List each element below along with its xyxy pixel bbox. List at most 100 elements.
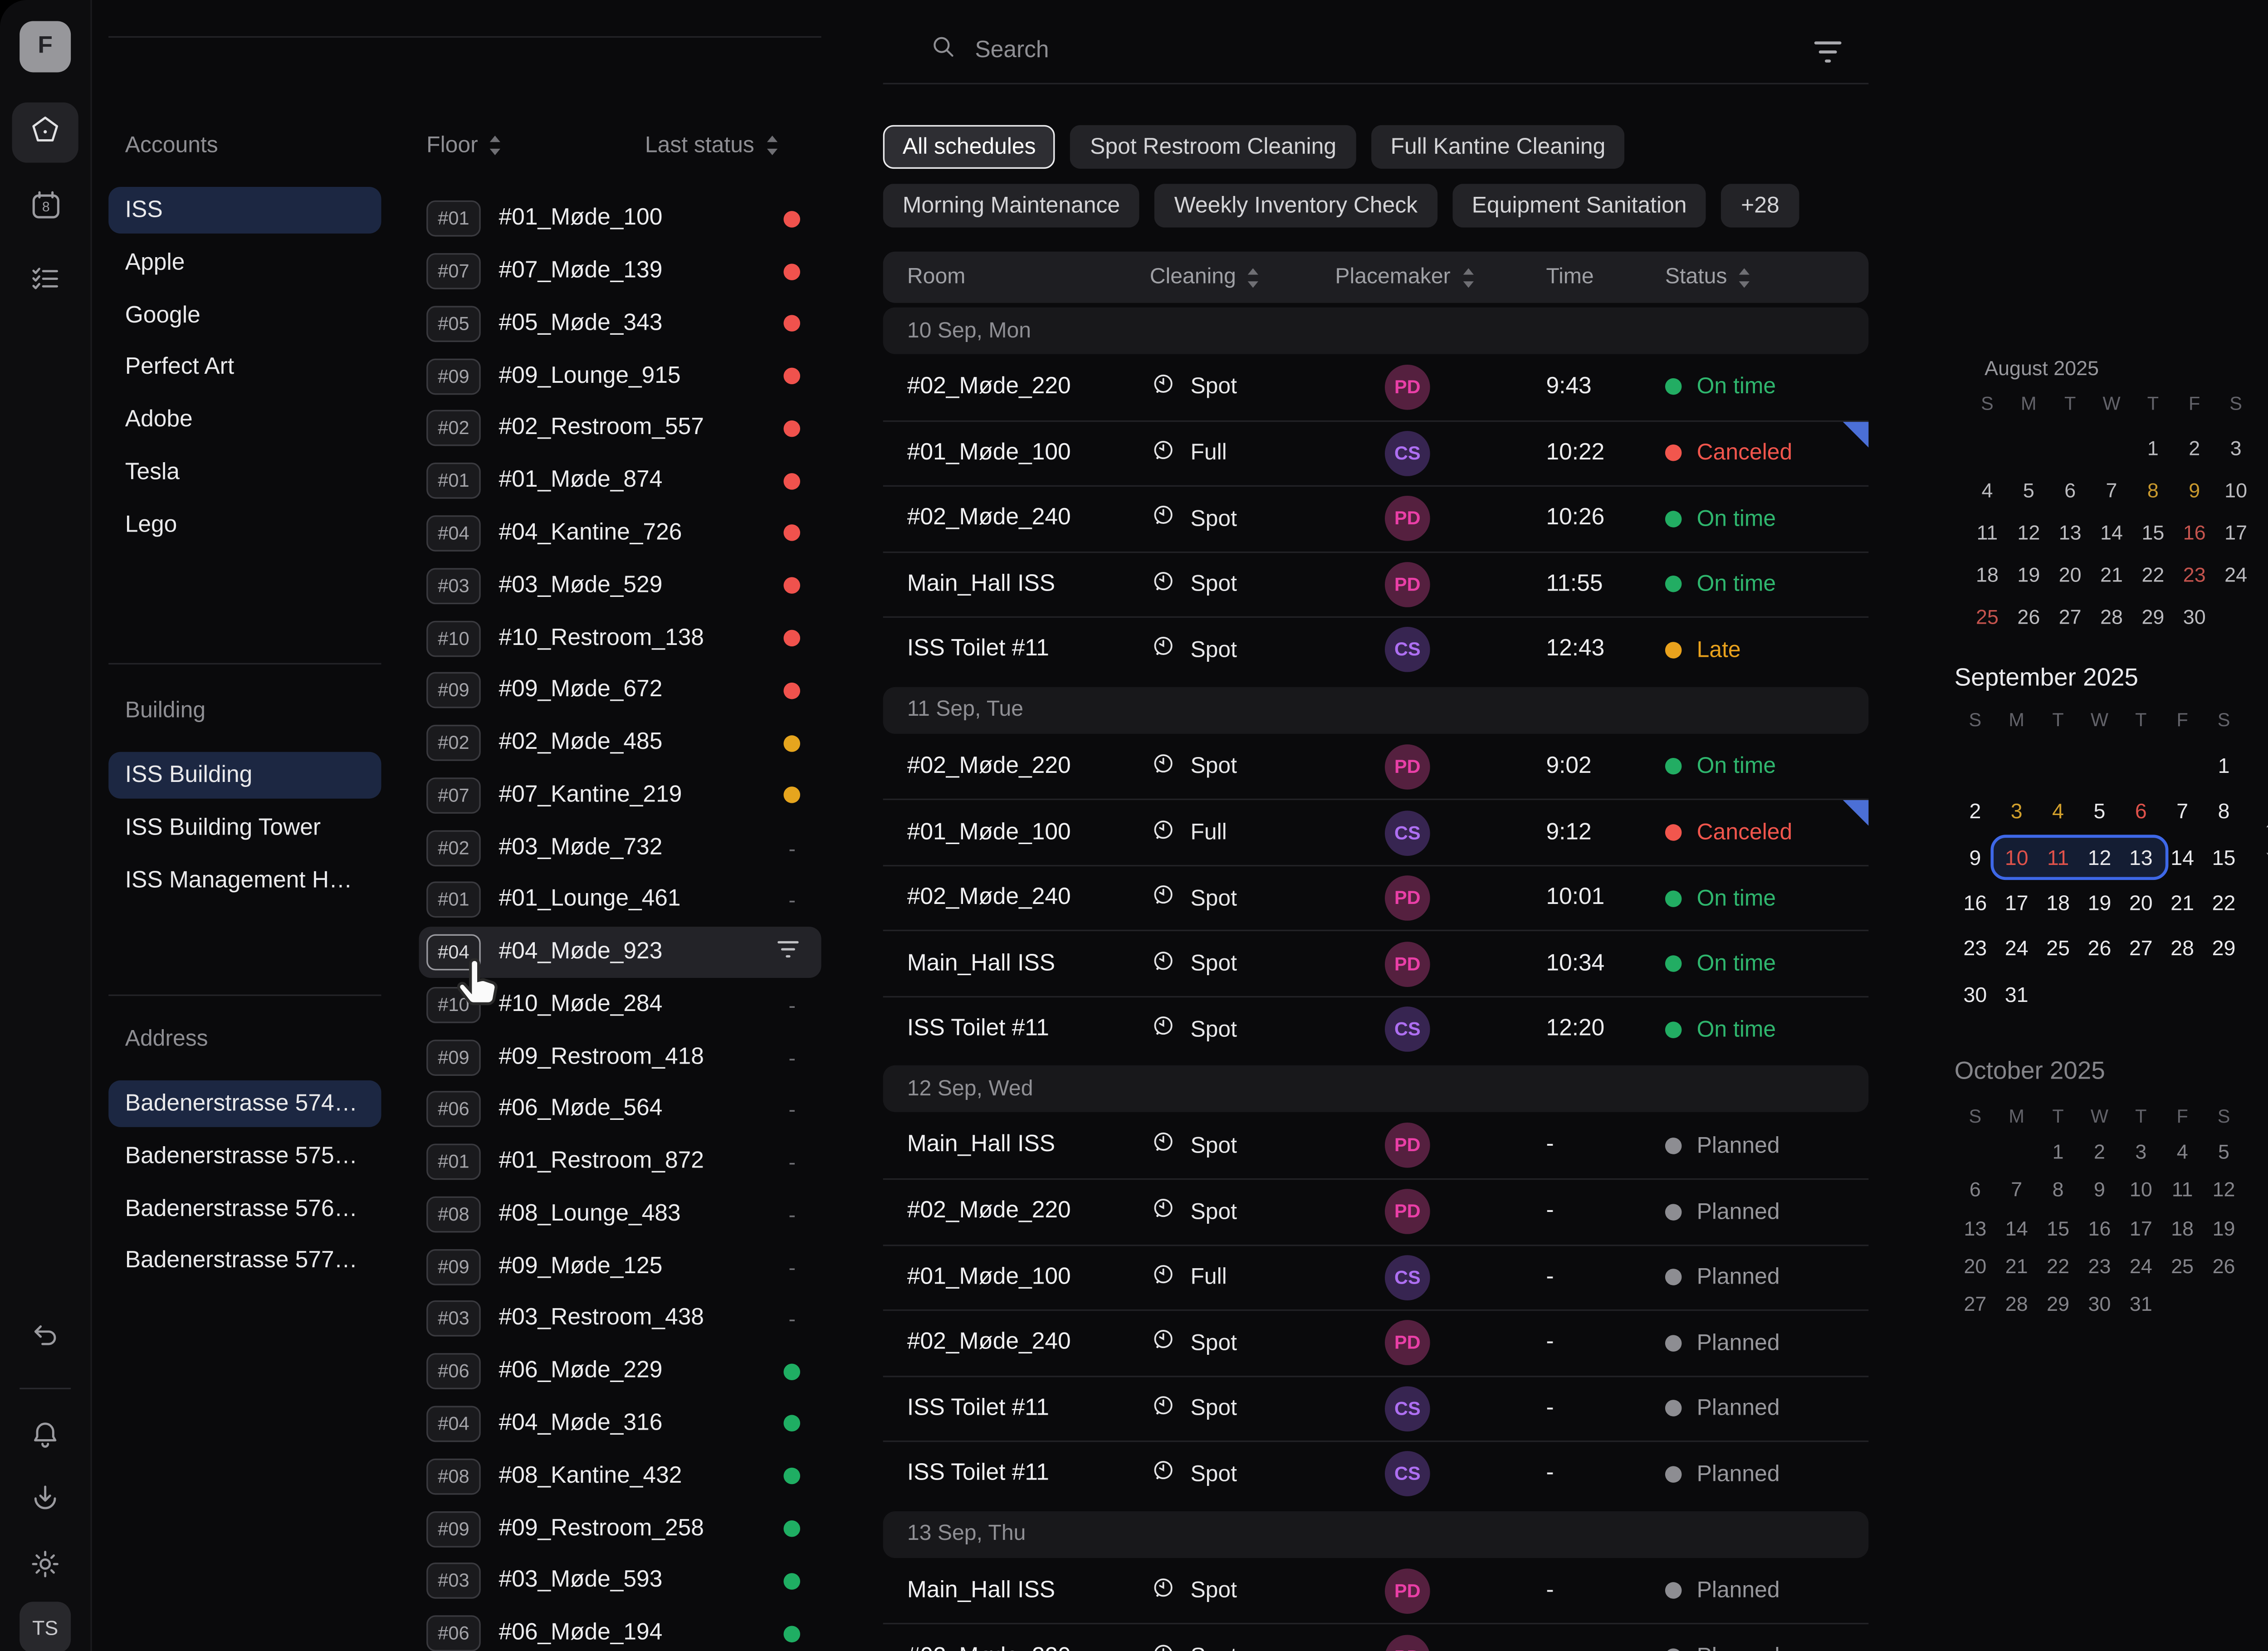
calendar-day[interactable]: 2: [2174, 426, 2215, 469]
calendar-day[interactable]: 4: [1966, 469, 2008, 512]
table-row[interactable]: #01_Møde_100FullCS-Planned: [883, 1244, 1869, 1310]
sidebar-item[interactable]: ISS: [108, 187, 381, 234]
calendar-day[interactable]: 12: [2008, 511, 2049, 554]
calendar-day[interactable]: 24: [2215, 554, 2256, 596]
table-row[interactable]: #02_Møde_220SpotPD-Planned: [883, 1623, 1869, 1651]
floor-row[interactable]: #06#06_Møde_564-: [419, 1084, 821, 1136]
table-row[interactable]: #02_Møde_220SpotPD9:02On time: [883, 733, 1869, 799]
calendar-day[interactable]: 25: [2037, 925, 2078, 971]
calendar-day[interactable]: 16: [2079, 1209, 2120, 1247]
floor-row[interactable]: #01#01_Møde_100: [419, 193, 821, 245]
floor-row[interactable]: #08#08_Kantine_432: [419, 1450, 821, 1502]
calendar-day[interactable]: 11: [2162, 1171, 2203, 1209]
calendar-day[interactable]: 28: [2091, 596, 2132, 639]
app-logo[interactable]: F: [20, 21, 71, 73]
table-row[interactable]: #01_Møde_100FullCS10:22Canceled: [883, 420, 1869, 485]
floor-row[interactable]: #07#07_Kantine_219: [419, 769, 821, 821]
calendar-day[interactable]: 13: [1955, 1209, 1996, 1247]
floor-row[interactable]: #06#06_Møde_194: [419, 1607, 821, 1651]
floor-row[interactable]: #03#03_Møde_529: [419, 560, 821, 612]
sidebar-item[interactable]: Badenerstrasse 577…: [108, 1238, 381, 1285]
calendar-day[interactable]: 18: [1966, 554, 2008, 596]
table-row[interactable]: #02_Møde_240SpotPD10:26On time: [883, 485, 1869, 551]
sidebar-item[interactable]: Adobe: [108, 396, 381, 443]
calendar-day[interactable]: 29: [2132, 596, 2174, 639]
calendar-day[interactable]: 15: [2132, 511, 2174, 554]
floor-row[interactable]: #02#03_Møde_732-: [419, 821, 821, 874]
floor-row[interactable]: #03#03_Møde_593: [419, 1555, 821, 1607]
floor-row[interactable]: #09#09_Møde_672: [419, 664, 821, 717]
sidebar-item[interactable]: Tesla: [108, 449, 381, 496]
sidebar-item[interactable]: ISS Building: [108, 752, 381, 799]
sidebar-item[interactable]: Badenerstrasse 576…: [108, 1185, 381, 1232]
calendar-day[interactable]: 8: [2203, 788, 2244, 834]
calendar-day[interactable]: 4: [2162, 1133, 2203, 1171]
calendar-day[interactable]: 9: [2079, 1171, 2120, 1209]
calendar-day[interactable]: 27: [2120, 925, 2161, 971]
floor-row[interactable]: #04#04_Møde_316: [419, 1398, 821, 1450]
table-row[interactable]: ISS Toilet #11SpotCS-Planned: [883, 1375, 1869, 1441]
schedule-chip[interactable]: +28: [1721, 184, 1799, 227]
calendar-day[interactable]: 25: [2162, 1247, 2203, 1285]
calendar-day[interactable]: 7: [2162, 788, 2203, 834]
nav-home-button[interactable]: [12, 103, 78, 163]
schedule-chip[interactable]: Morning Maintenance: [883, 184, 1140, 227]
calendar-day[interactable]: 1: [2132, 426, 2174, 469]
floor-column-header[interactable]: Floor: [426, 132, 502, 158]
calendar-day[interactable]: 17: [2120, 1209, 2161, 1247]
floor-row[interactable]: #04#04_Kantine_726: [419, 507, 821, 559]
calendar-day[interactable]: 23: [2079, 1247, 2120, 1285]
nav-calendar-button[interactable]: 8: [12, 178, 78, 238]
calendar-day[interactable]: 15: [2037, 1209, 2078, 1247]
calendar-day[interactable]: 7: [2091, 469, 2132, 512]
calendar-day[interactable]: 9: [1955, 834, 1996, 880]
floor-row[interactable]: #01#01_Møde_874: [419, 455, 821, 507]
floor-row[interactable]: #09#09_Restroom_418-: [419, 1031, 821, 1083]
calendar-day[interactable]: 20: [2049, 554, 2091, 596]
calendar-day[interactable]: 16: [2174, 511, 2215, 554]
sidebar-item[interactable]: Apple: [108, 239, 381, 286]
calendar-day[interactable]: 20: [2120, 880, 2161, 926]
calendar-day[interactable]: 2: [1955, 788, 1996, 834]
calendar-day[interactable]: 7: [1996, 1171, 2037, 1209]
sidebar-item[interactable]: Google: [108, 292, 381, 338]
table-row[interactable]: #01_Møde_100FullCS9:12Canceled: [883, 799, 1869, 865]
calendar-day[interactable]: 14: [2162, 834, 2203, 880]
calendar-day[interactable]: 12: [2079, 834, 2120, 880]
calendar-day[interactable]: 6: [2120, 788, 2161, 834]
filter-button[interactable]: [1813, 39, 1843, 66]
table-row[interactable]: #02_Møde_240SpotPD-Planned: [883, 1309, 1869, 1375]
calendar-day[interactable]: 12: [2203, 1171, 2244, 1209]
calendar-day[interactable]: 16: [1955, 880, 1996, 926]
calendar-day[interactable]: 30: [2079, 1285, 2120, 1324]
calendar-day[interactable]: 31: [2120, 1285, 2161, 1324]
calendar-day[interactable]: 4: [2037, 788, 2078, 834]
calendar-day[interactable]: 5: [2008, 469, 2049, 512]
calendar-day[interactable]: 2: [2079, 1133, 2120, 1171]
search-input[interactable]: Search: [930, 33, 1049, 68]
table-row[interactable]: #02_Møde_220SpotPD9:43On time: [883, 354, 1869, 420]
calendar-day[interactable]: 1: [2037, 1133, 2078, 1171]
calendar-day[interactable]: 27: [1955, 1285, 1996, 1324]
column-status[interactable]: Status: [1665, 265, 1868, 289]
table-row[interactable]: ISS Toilet #11SpotCS12:20On time: [883, 996, 1869, 1062]
calendar-day[interactable]: 24: [2120, 1247, 2161, 1285]
calendar-day[interactable]: 29: [2037, 1285, 2078, 1324]
floor-row[interactable]: #03#03_Restroom_438-: [419, 1293, 821, 1345]
floor-row[interactable]: #01#01_Lounge_461-: [419, 874, 821, 926]
calendar-day[interactable]: 3: [1996, 788, 2037, 834]
table-row[interactable]: Main_Hall ISSSpotPD10:34On time: [883, 930, 1869, 996]
floor-row[interactable]: #09#09_Møde_125-: [419, 1241, 821, 1293]
calendar-day[interactable]: 25: [1966, 596, 2008, 639]
nav-download-button[interactable]: [12, 1470, 78, 1531]
calendar-day[interactable]: 18: [2037, 880, 2078, 926]
schedule-chip[interactable]: Spot Restroom Cleaning: [1070, 125, 1356, 169]
calendar-day[interactable]: 5: [2079, 788, 2120, 834]
schedule-chip[interactable]: Equipment Sanitation: [1452, 184, 1706, 227]
table-row[interactable]: #02_Møde_240SpotPD10:01On time: [883, 865, 1869, 930]
calendar-day[interactable]: 23: [2174, 554, 2215, 596]
calendar-day[interactable]: 3: [2215, 426, 2256, 469]
calendar-day[interactable]: 18: [2162, 1209, 2203, 1247]
floor-row[interactable]: #02#02_Restroom_557: [419, 402, 821, 454]
calendar-day[interactable]: 14: [1996, 1209, 2037, 1247]
